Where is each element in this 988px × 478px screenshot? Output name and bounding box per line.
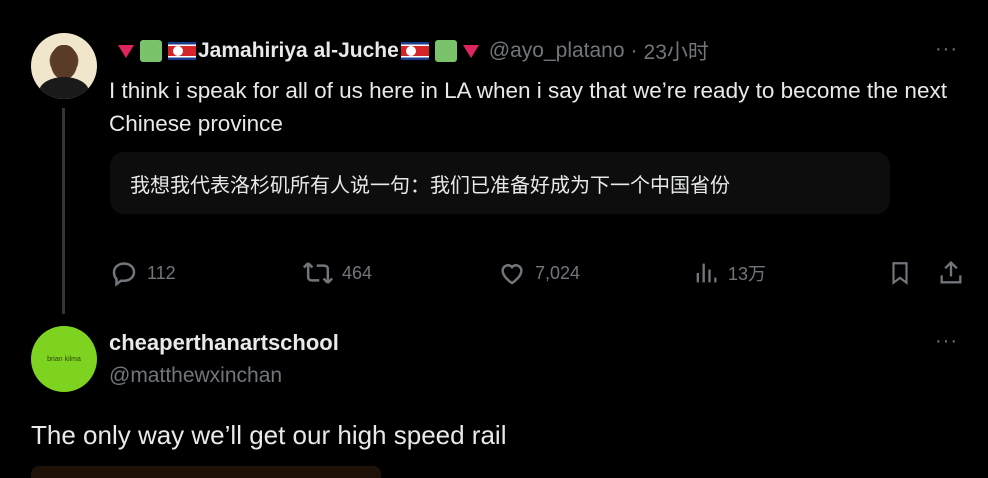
- tweet-header: Jamahiriya al-Juche @ayo_platano · 23小时: [118, 36, 709, 66]
- view-count: 13万: [728, 264, 767, 284]
- reply-avatar[interactable]: brian kilma: [31, 326, 97, 392]
- timestamp[interactable]: 23小时: [644, 36, 709, 66]
- red-triangle-icon: [118, 44, 134, 58]
- tweet-text: I think i speak for all of us here in LA…: [109, 78, 947, 136]
- reply-display-name[interactable]: cheaperthanartschool: [109, 330, 339, 356]
- handle[interactable]: @ayo_platano: [489, 39, 625, 63]
- separator: ·: [630, 39, 638, 62]
- retweet-icon: [302, 262, 334, 284]
- like-count: 7,024: [535, 262, 581, 283]
- share-button[interactable]: [937, 255, 965, 291]
- reply-more-options-button[interactable]: ···: [935, 330, 958, 353]
- thread-connector: [62, 108, 65, 314]
- heart-icon: [501, 264, 523, 285]
- display-name[interactable]: Jamahiriya al-Juche: [198, 39, 399, 63]
- north-korea-flag-icon: [400, 42, 429, 60]
- reply-text: The only way we’ll get our high speed ra…: [31, 420, 507, 450]
- north-korea-flag-icon: [168, 42, 196, 60]
- bookmark-button[interactable]: [887, 255, 913, 291]
- translation-text: 我想我代表洛杉矶所有人说一句：我们已准备好成为下一个中国省份: [130, 174, 730, 197]
- action-bar: 112 464 7,024 13万: [109, 255, 969, 291]
- like-button[interactable]: 7,024: [497, 255, 580, 291]
- retweet-count: 464: [342, 262, 373, 283]
- bookmark-icon: [892, 262, 908, 285]
- more-options-button[interactable]: ···: [935, 38, 958, 61]
- avatar-text: brian kilma: [47, 355, 81, 363]
- translation-box: 我想我代表洛杉矶所有人说一句：我们已准备好成为下一个中国省份: [110, 152, 890, 214]
- views-chart-icon: [696, 263, 717, 283]
- media-preview-edge: [31, 466, 381, 478]
- reply-icon: [112, 262, 136, 287]
- reply-count: 112: [147, 262, 176, 283]
- green-square-icon: [434, 40, 457, 62]
- red-triangle-icon: [462, 44, 479, 58]
- views-button[interactable]: 13万: [692, 255, 766, 291]
- retweet-button[interactable]: 464: [302, 255, 372, 291]
- reply-button[interactable]: 112: [109, 255, 176, 291]
- green-square-icon: [140, 40, 162, 62]
- reply-handle[interactable]: @matthewxinchan: [109, 364, 282, 388]
- avatar[interactable]: [31, 33, 97, 99]
- share-icon: [940, 260, 962, 284]
